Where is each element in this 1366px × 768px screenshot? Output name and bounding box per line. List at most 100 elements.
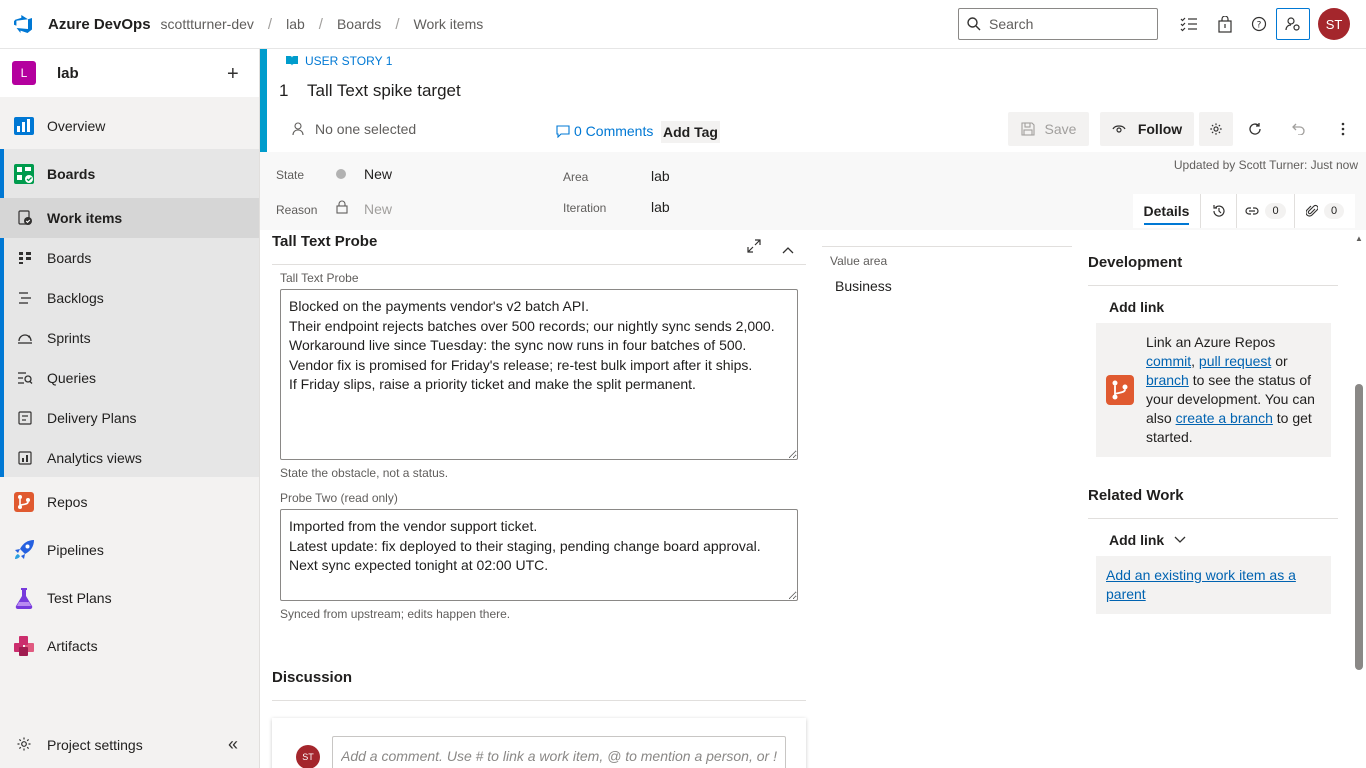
comment-input[interactable] (332, 736, 786, 768)
comments-link[interactable]: 0 Comments (556, 123, 653, 139)
updated-by[interactable]: Updated by Scott Turner: Just now (1174, 158, 1358, 172)
sidebar-item-delivery-plans[interactable]: Delivery Plans (0, 398, 259, 438)
work-item-settings-button[interactable] (1199, 112, 1233, 146)
area-value[interactable]: lab (651, 168, 670, 184)
pull-request-link[interactable]: pull request (1199, 353, 1271, 369)
chevron-up-icon[interactable] (782, 241, 794, 257)
section-divider (822, 246, 1072, 247)
development-text-part: , (1191, 353, 1196, 369)
tab-attachments[interactable]: 0 (1295, 194, 1355, 228)
sidebar-item-boards-sub[interactable]: Boards (0, 238, 259, 278)
sidebar-item-analytics-views[interactable]: Analytics views (0, 438, 259, 478)
breadcrumb-boards[interactable]: Boards (337, 16, 381, 32)
sidebar-item-backlogs[interactable]: Backlogs (0, 278, 259, 318)
sidebar-item-label: Boards (47, 250, 92, 266)
sidebar-item-test-plans[interactable]: Test Plans (0, 574, 259, 622)
state-value[interactable]: New (364, 166, 392, 182)
tab-details[interactable]: Details (1133, 194, 1201, 228)
breadcrumb-project[interactable]: lab (286, 16, 305, 32)
section-divider (272, 264, 806, 265)
link-icon (1245, 207, 1259, 215)
boards-icon (12, 162, 36, 186)
work-item-header: USER STORY 1 1 Tall Text spike target No… (260, 49, 1366, 152)
sidebar-item-label: Test Plans (47, 590, 112, 606)
project-settings[interactable]: Project settings « (0, 725, 259, 765)
attachments-count: 0 (1323, 203, 1345, 219)
iteration-value[interactable]: lab (651, 199, 670, 215)
pipelines-icon (12, 538, 36, 562)
scrollbar[interactable]: ▲ (1352, 230, 1366, 768)
breadcrumb-work-items[interactable]: Work items (413, 16, 483, 32)
links-count: 0 (1265, 203, 1286, 219)
undo-icon[interactable] (1289, 119, 1309, 139)
sprints-icon (16, 329, 34, 347)
gear-icon (1210, 123, 1222, 135)
search-box[interactable] (958, 8, 1158, 40)
task-list-icon[interactable] (1177, 12, 1201, 36)
artifacts-icon (12, 634, 36, 658)
sidebar-item-pipelines[interactable]: Pipelines (0, 526, 259, 574)
refresh-icon[interactable] (1245, 119, 1265, 139)
assignee-picker[interactable]: No one selected (291, 121, 416, 137)
reason-value: New (364, 201, 393, 217)
value-area-label: Value area (830, 254, 888, 268)
sidebar-item-boards[interactable]: Boards (0, 150, 259, 198)
development-text-part: Link an Azure Repos (1146, 334, 1276, 350)
help-icon[interactable]: ? (1247, 12, 1271, 36)
follow-button[interactable]: Follow (1100, 112, 1194, 146)
book-icon (286, 56, 298, 66)
related-work-add-link[interactable]: Add link (1109, 532, 1186, 548)
related-work-box: Add an existing work item as a parent (1096, 556, 1331, 614)
work-item-type[interactable]: USER STORY 1 (285, 54, 392, 68)
paperclip-icon (1305, 204, 1318, 217)
repos-branch-icon (1106, 375, 1134, 408)
brand-name[interactable]: Azure DevOps (48, 16, 151, 33)
commit-link[interactable]: commit (1146, 353, 1191, 369)
sidebar-item-queries[interactable]: Queries (0, 358, 259, 398)
scroll-up-icon[interactable]: ▲ (1355, 234, 1363, 243)
add-existing-parent-link[interactable]: Add an existing work item as a parent (1106, 566, 1321, 604)
more-actions-icon[interactable] (1333, 119, 1353, 139)
sidebar-item-sprints[interactable]: Sprints (0, 318, 259, 358)
collapse-sidebar-icon[interactable]: « (228, 734, 238, 755)
sidebar-item-repos[interactable]: Repos (0, 478, 259, 526)
sidebar-item-label: Repos (47, 494, 88, 510)
eye-icon (1112, 125, 1126, 133)
development-add-link[interactable]: Add link (1109, 299, 1164, 315)
sidebar-item-overview[interactable]: Overview (0, 102, 259, 150)
breadcrumb-org[interactable]: scottturner-dev (161, 16, 254, 32)
save-button[interactable]: Save (1008, 112, 1089, 146)
add-new-icon[interactable]: + (227, 63, 239, 86)
work-items-icon (16, 209, 34, 227)
project-name: lab (57, 64, 79, 82)
probe-section-title[interactable]: Tall Text Probe (272, 233, 377, 250)
boards-sub-icon (16, 249, 34, 267)
probe-two-textarea[interactable]: Imported from the vendor support ticket.… (280, 509, 798, 601)
sidebar-item-work-items[interactable]: Work items (0, 198, 259, 238)
tall-text-probe-textarea[interactable]: Blocked on the payments vendor's v2 batc… (280, 289, 798, 460)
section-divider (1088, 285, 1338, 286)
work-item-title[interactable]: Tall Text spike target (307, 81, 461, 101)
project-header[interactable]: L lab (0, 49, 259, 97)
work-item-tabs: Details 0 0 (1133, 194, 1355, 228)
tab-history[interactable] (1201, 194, 1237, 228)
search-input[interactable] (989, 16, 1139, 32)
section-divider (1088, 518, 1338, 519)
add-tag-button[interactable]: Add Tag (661, 121, 720, 143)
probe-field-label: Tall Text Probe (280, 271, 359, 285)
create-branch-link[interactable]: create a branch (1176, 410, 1273, 426)
marketplace-bag-icon[interactable] (1213, 12, 1237, 36)
azure-devops-logo-icon[interactable] (14, 14, 34, 34)
tab-links[interactable]: 0 (1237, 194, 1295, 228)
scrollbar-thumb[interactable] (1355, 384, 1363, 670)
value-area-value[interactable]: Business (835, 278, 892, 294)
user-settings-icon[interactable] (1276, 8, 1310, 40)
user-avatar[interactable]: ST (1318, 8, 1350, 40)
discussion-title: Discussion (272, 669, 353, 686)
probe-field-help: State the obstacle, not a status. (280, 466, 449, 480)
branch-link[interactable]: branch (1146, 372, 1189, 388)
state-dot (336, 169, 346, 179)
expand-icon[interactable] (747, 239, 761, 256)
sidebar-item-artifacts[interactable]: Artifacts (0, 622, 259, 670)
sidebar-item-label: Sprints (47, 330, 91, 346)
